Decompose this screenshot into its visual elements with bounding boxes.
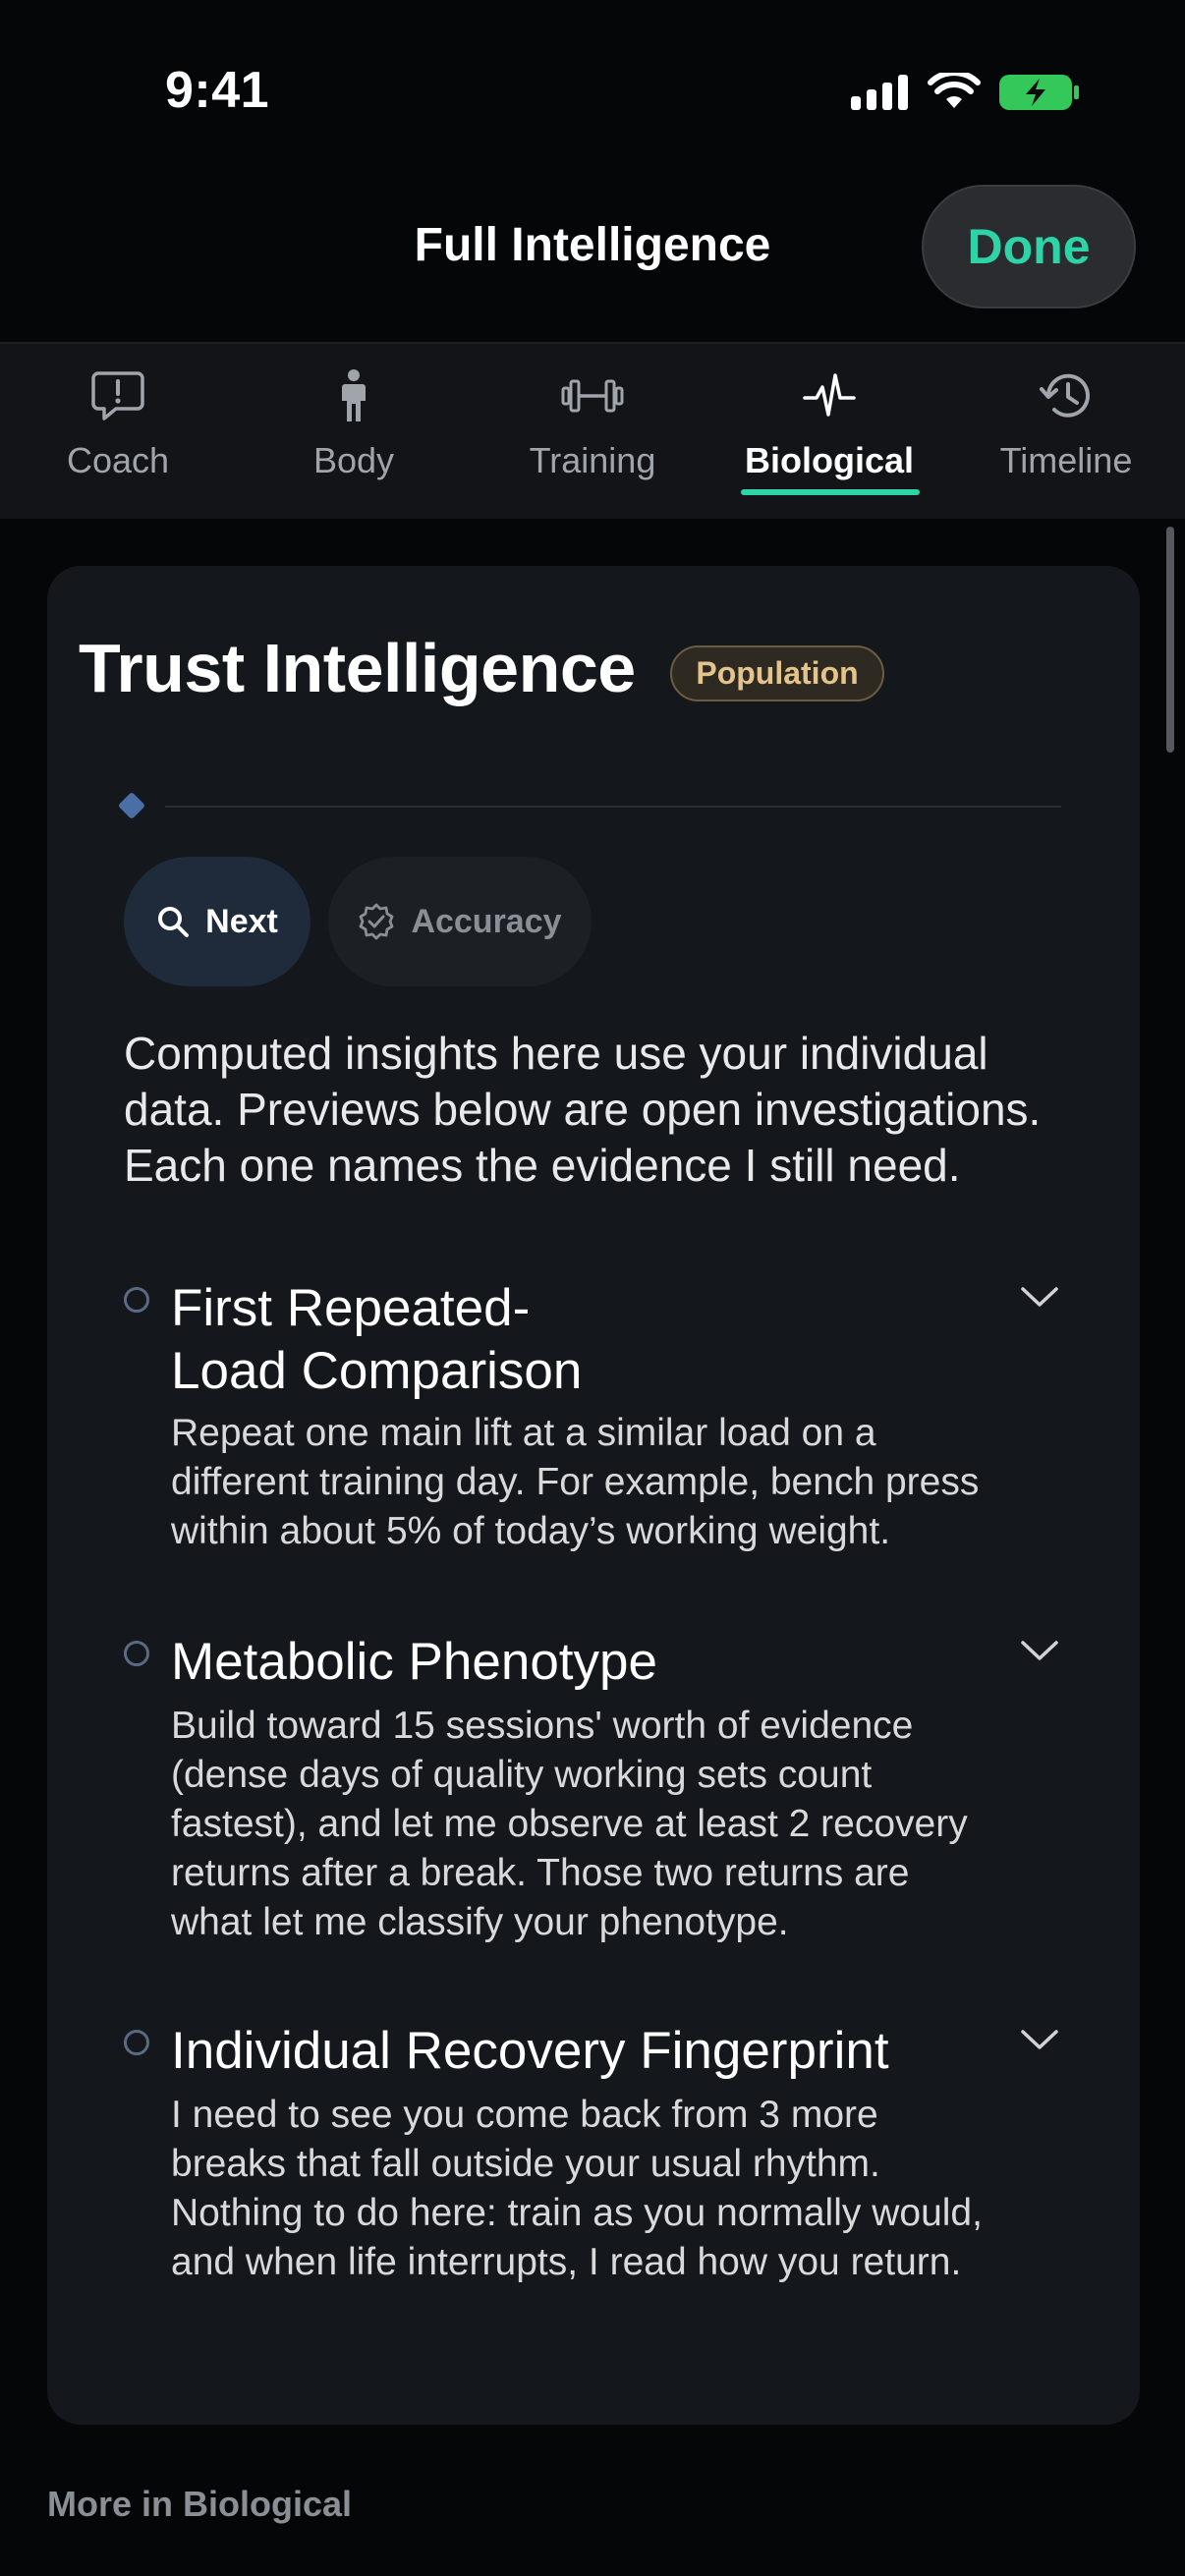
section-footer-label: More in Biological [47,2484,353,2524]
wifi-icon [928,73,981,108]
screen: 9:41 Full Intelligence Done Coach Body T… [0,0,1185,2576]
item-description: Repeat one main lift at a similar load o… [171,1412,980,1552]
status-circle-icon [124,2030,149,2055]
verified-badge-icon [360,903,394,940]
accuracy-chip-label: Accuracy [411,902,562,940]
next-chip-label: Next [205,902,278,940]
tab-training[interactable]: Training [484,344,701,521]
signal-icon [851,75,908,110]
item-description: I need to see you come back from 3 more … [171,2094,983,2283]
item-title: Metabolic Phenotype [171,1633,657,1691]
scroll-indicator[interactable] [1166,527,1174,753]
status-circle-icon [124,1641,149,1666]
item-description: Build toward 15 sessions' worth of evide… [171,1705,968,1943]
dumbbell-icon [561,379,624,413]
person-icon [342,369,366,421]
item-title: Individual Recovery Fingerprint [171,2022,889,2080]
tab-label: Training [529,440,656,480]
search-icon [158,907,190,937]
card-title: Trust Intelligence [79,630,636,706]
chat-alert-icon [91,371,144,420]
tab-body[interactable]: Body [246,344,462,521]
tab-label: Body [312,440,395,480]
tab-bar: Coach Body Training Biological Timeline [0,342,1185,519]
intro-text: Computed insights here use your individu… [124,1028,1042,1191]
status-time: 9:41 [165,62,270,119]
chevron-down-icon[interactable] [1020,1285,1059,1309]
pulse-icon [803,373,856,417]
battery-charging-icon [999,75,1079,110]
history-icon [1040,373,1090,418]
status-circle-icon [124,1287,149,1313]
progress-track [165,806,1061,808]
tab-label: Timeline [999,440,1133,480]
accuracy-chip[interactable]: Accuracy [328,857,592,986]
chevron-down-icon[interactable] [1020,1639,1059,1662]
population-badge: Population [670,645,884,701]
chevron-down-icon[interactable] [1020,2028,1059,2051]
status-icons [851,73,1081,112]
tab-coach[interactable]: Coach [10,344,226,521]
tab-timeline[interactable]: Timeline [958,344,1174,521]
tab-label: Coach [66,440,170,480]
tab-label: Biological [744,440,915,480]
next-chip[interactable]: Next [124,857,310,986]
done-button[interactable]: Done [922,185,1136,308]
item-title: First Repeated- Load Comparison [171,1279,583,1400]
active-tab-indicator [741,489,920,495]
